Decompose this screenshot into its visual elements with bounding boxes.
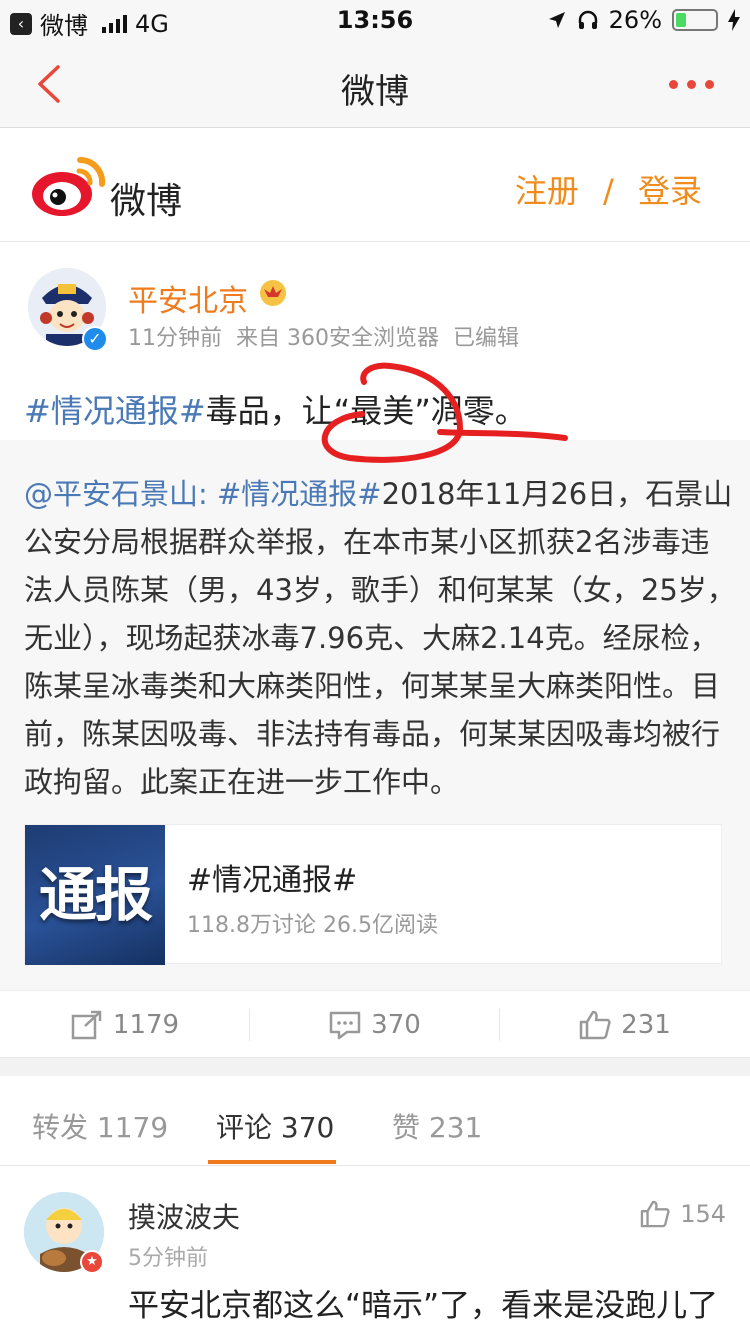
vip-crown-icon	[260, 280, 286, 306]
charging-icon	[728, 9, 740, 31]
retweet-mention[interactable]: @平安石景山:	[24, 477, 208, 511]
brand-name: 微博	[110, 181, 183, 222]
post-hashtag[interactable]: #情况通报#	[24, 392, 206, 430]
topic-stats: 118.8万讨论 26.5亿阅读	[187, 913, 438, 938]
thumbs-up-icon	[579, 1010, 611, 1040]
commenter-name[interactable]: 摸波波夫	[128, 1196, 240, 1236]
comment-like-button[interactable]: 154	[640, 1200, 726, 1228]
more-dots-icon[interactable]	[669, 80, 714, 89]
status-right: 26%	[547, 6, 740, 34]
login-link[interactable]: 登录	[638, 172, 702, 210]
tab-comments[interactable]: 评论 370	[216, 1106, 334, 1146]
status-bar: ‹ 微博 4G 13:56 26%	[0, 0, 750, 42]
commenter-badge-icon: ★	[80, 1250, 104, 1274]
comment-icon	[329, 1011, 361, 1040]
comment-like-count: 154	[680, 1200, 726, 1228]
repost-count: 1179	[112, 1010, 180, 1040]
brand-header: 微博 注册 / 登录	[0, 128, 750, 242]
tab-likes[interactable]: 赞 231	[392, 1106, 482, 1146]
topic-card[interactable]: 通报 #情况通报# 118.8万讨论 26.5亿阅读	[24, 824, 722, 965]
tab-bar: 转发 1179 评论 370 赞 231	[0, 1076, 750, 1166]
repost-button[interactable]: 1179	[0, 991, 250, 1059]
thumbs-up-icon	[640, 1200, 670, 1228]
auth-separator: /	[603, 172, 614, 210]
like-button[interactable]: 231	[500, 991, 750, 1059]
active-tab-indicator	[208, 1160, 336, 1164]
verified-badge-icon: ✓	[82, 326, 108, 352]
action-bar: 1179 370 231	[0, 990, 750, 1058]
repost-icon	[71, 1010, 102, 1040]
auth-links: 注册 / 登录	[515, 166, 702, 212]
comment-item: ★ 摸波波夫 5分钟前 154 平安北京都这么“暗示”了，看来是没跑儿了	[0, 1166, 750, 1334]
comment-button[interactable]: 370	[250, 991, 500, 1059]
nav-bar: 微博	[0, 42, 750, 128]
weibo-post: 平安北京 11分钟前 来自 360安全浏览器 已编辑 #情况通报#毒品，让“最美…	[0, 242, 750, 440]
topic-title: #情况通报#	[187, 863, 358, 898]
like-count: 231	[621, 1010, 671, 1040]
weibo-logo-icon	[32, 156, 106, 216]
location-icon	[548, 12, 565, 28]
poster-name[interactable]: 平安北京	[128, 276, 248, 320]
retweeted-content[interactable]: @平安石景山: #情况通报#2018年11月26日，石景山公安分局根据群众举报，…	[0, 440, 750, 990]
post-meta: 11分钟前 来自 360安全浏览器 已编辑	[128, 326, 519, 351]
comment-text: 平安北京都这么“暗示”了，看来是没跑儿了	[128, 1288, 719, 1324]
nav-title: 微博	[341, 72, 409, 112]
tab-reposts[interactable]: 转发 1179	[32, 1106, 168, 1146]
comment-time: 5分钟前	[128, 1246, 208, 1271]
battery-icon	[672, 9, 718, 31]
retweet-text: @平安石景山: #情况通报#2018年11月26日，石景山公安分局根据群众举报，…	[24, 470, 736, 806]
battery-percent: 26%	[608, 6, 662, 34]
topic-thumbnail: 通报	[25, 825, 165, 965]
post-body: 毒品，让“最美”凋零。	[205, 392, 527, 430]
retweet-body: 2018年11月26日，石景山公安分局根据群众举报，在本市某小区抓获2名涉毒违法…	[24, 477, 736, 799]
comment-count: 370	[371, 1010, 421, 1040]
post-text: #情况通报#毒品，让“最美”凋零。	[24, 386, 527, 432]
headphones-icon	[578, 10, 597, 29]
retweet-hashtag[interactable]: #情况通报#	[217, 477, 382, 511]
register-link[interactable]: 注册	[515, 172, 579, 210]
